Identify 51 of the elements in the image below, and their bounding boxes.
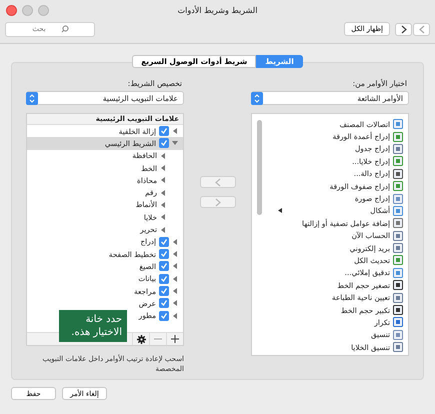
callout-tooltip: حدد خانة الاختيار هذه. xyxy=(59,310,127,342)
command-icon xyxy=(393,342,403,352)
command-icon xyxy=(393,292,403,303)
checkbox[interactable] xyxy=(159,138,169,148)
disclosure-icon[interactable] xyxy=(172,288,178,294)
checkbox[interactable] xyxy=(159,286,169,296)
command-icon xyxy=(393,280,403,290)
command-icon xyxy=(393,144,403,154)
close-button[interactable] xyxy=(6,5,17,16)
command-icon xyxy=(393,132,403,142)
checkbox[interactable] xyxy=(159,298,169,308)
settings-button[interactable] xyxy=(132,333,149,345)
disclosure-icon[interactable] xyxy=(172,312,178,319)
forward-button[interactable] xyxy=(395,22,412,36)
command-icon xyxy=(393,181,403,192)
disclosure-icon[interactable] xyxy=(172,263,178,270)
checkbox[interactable] xyxy=(159,261,169,272)
command-icon xyxy=(393,317,403,328)
command-icon xyxy=(393,119,403,130)
checkbox[interactable] xyxy=(159,236,169,247)
command-icon xyxy=(393,230,403,241)
chevron-left-icon xyxy=(418,24,424,34)
plus-icon xyxy=(171,335,179,343)
disclosure-icon[interactable] xyxy=(172,238,178,245)
checkbox[interactable] xyxy=(159,310,169,321)
command-icon xyxy=(393,156,403,166)
checkbox[interactable] xyxy=(159,249,169,260)
stepper-icon xyxy=(251,92,263,104)
window-title: الشريط وشريط الأدوات xyxy=(178,6,258,14)
chevron-left-icon xyxy=(214,178,220,186)
command-icon xyxy=(393,194,403,204)
stepper-icon xyxy=(26,92,38,104)
scrollbar[interactable] xyxy=(257,120,262,215)
command-icon xyxy=(393,330,403,340)
command-icon xyxy=(393,243,403,254)
chevron-right-icon xyxy=(400,24,406,34)
command-icon xyxy=(393,255,403,266)
disclosure-icon[interactable] xyxy=(172,140,178,146)
command-icon xyxy=(393,168,403,179)
command-icon xyxy=(393,206,403,216)
command-icon xyxy=(393,268,403,278)
disclosure-icon[interactable] xyxy=(172,300,178,306)
checkbox[interactable] xyxy=(159,274,169,284)
command-icon xyxy=(393,305,403,316)
checkbox[interactable] xyxy=(159,126,169,136)
chevron-right-icon xyxy=(214,198,220,206)
command-icon xyxy=(393,218,403,228)
disclosure-icon[interactable] xyxy=(172,251,178,258)
disclosure-icon[interactable] xyxy=(172,128,178,134)
search-icon xyxy=(61,25,69,33)
disclosure-icon[interactable] xyxy=(172,276,178,282)
